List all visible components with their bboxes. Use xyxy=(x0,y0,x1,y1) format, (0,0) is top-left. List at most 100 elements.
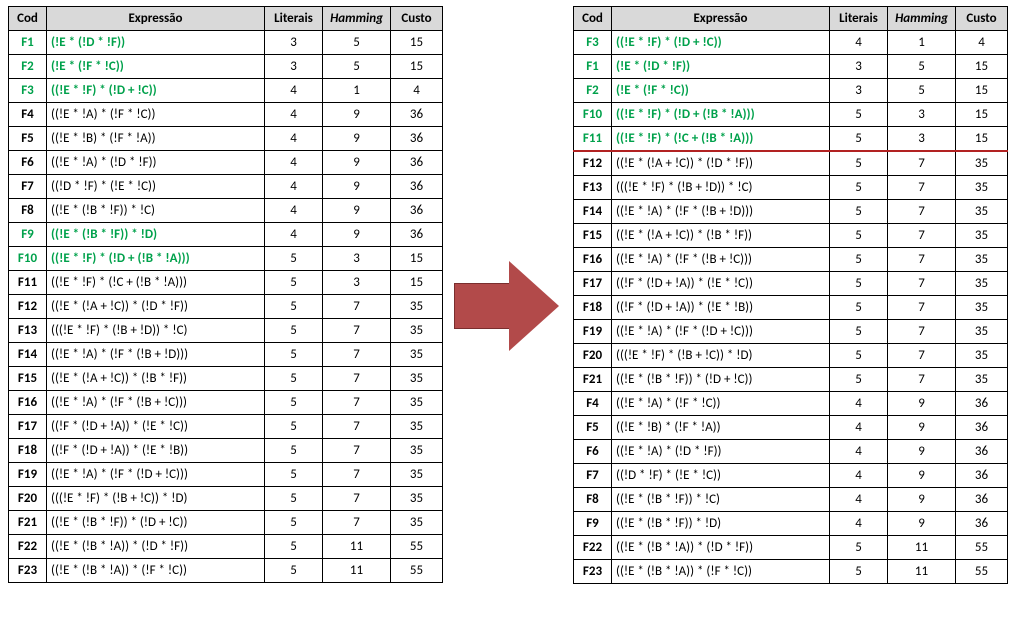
cell-cst: 4 xyxy=(956,31,1008,55)
cell-cod: F13 xyxy=(9,319,47,343)
cell-expr: (!E * (!F * !C)) xyxy=(612,79,830,103)
cell-cst: 55 xyxy=(391,559,443,583)
cell-lit: 4 xyxy=(265,79,323,103)
table-row: F8((!E * (!B * !F)) * !C)4936 xyxy=(574,488,1008,512)
cell-cod: F2 xyxy=(9,55,47,79)
table-row: F22((!E * (!B * !A)) * (!D * !F))51155 xyxy=(574,536,1008,560)
cell-cst: 35 xyxy=(391,367,443,391)
col-lit: Literais xyxy=(830,7,888,31)
cell-expr: ((!E * (!A + !C)) * (!B * !F)) xyxy=(47,367,265,391)
left-table: Cod Expressão Literais Hamming Custo F1(… xyxy=(8,6,443,583)
cell-cod: F17 xyxy=(574,272,612,296)
cell-expr: (!E * (!D * !F)) xyxy=(47,31,265,55)
cell-lit: 5 xyxy=(830,176,888,200)
cell-expr: (((!E * !F) * (!B + !D)) * !C) xyxy=(47,319,265,343)
cell-ham: 3 xyxy=(888,127,956,152)
cell-lit: 4 xyxy=(265,151,323,175)
cell-ham: 5 xyxy=(888,55,956,79)
cell-lit: 4 xyxy=(830,392,888,416)
cell-lit: 5 xyxy=(265,511,323,535)
cell-ham: 3 xyxy=(323,247,391,271)
cell-cod: F2 xyxy=(574,79,612,103)
cell-ham: 7 xyxy=(323,367,391,391)
cell-cod: F3 xyxy=(9,79,47,103)
cell-cst: 35 xyxy=(956,320,1008,344)
cell-lit: 5 xyxy=(265,439,323,463)
cell-lit: 4 xyxy=(265,175,323,199)
cell-ham: 9 xyxy=(323,127,391,151)
col-cod: Cod xyxy=(9,7,47,31)
cell-ham: 9 xyxy=(888,488,956,512)
cell-ham: 7 xyxy=(888,320,956,344)
table-row: F7((!D * !F) * (!E * !C))4936 xyxy=(574,464,1008,488)
cell-lit: 4 xyxy=(265,103,323,127)
cell-ham: 11 xyxy=(323,535,391,559)
table-row: F21((!E * (!B * !F)) * (!D + !C))5735 xyxy=(574,368,1008,392)
cell-lit: 5 xyxy=(265,247,323,271)
cell-expr: ((!E * !A) * (!D * !F)) xyxy=(47,151,265,175)
table-row: F3((!E * !F) * (!D + !C))414 xyxy=(9,79,443,103)
table-row: F1(!E * (!D * !F))3515 xyxy=(9,31,443,55)
cell-expr: ((!E * !F) * (!D + !C)) xyxy=(47,79,265,103)
right-table: Cod Expressão Literais Hamming Custo F3(… xyxy=(573,6,1008,584)
cell-cst: 35 xyxy=(956,272,1008,296)
table-row: F23((!E * (!B * !A)) * (!F * !C))51155 xyxy=(9,559,443,583)
cell-expr: ((!E * !F) * (!C + (!B * !A))) xyxy=(47,271,265,295)
table-row: F8((!E * (!B * !F)) * !C)4936 xyxy=(9,199,443,223)
cell-cst: 35 xyxy=(391,391,443,415)
cell-expr: ((!E * !A) * (!D * !F)) xyxy=(612,440,830,464)
cell-lit: 3 xyxy=(830,55,888,79)
cell-cod: F7 xyxy=(9,175,47,199)
cell-cst: 15 xyxy=(391,247,443,271)
cell-expr: ((!E * (!A + !C)) * (!D * !F)) xyxy=(612,151,830,176)
table-row: F14((!E * !A) * (!F * (!B + !D)))5735 xyxy=(574,200,1008,224)
cell-lit: 5 xyxy=(830,151,888,176)
cell-ham: 7 xyxy=(888,344,956,368)
cell-expr: ((!E * !F) * (!D + (!B * !A))) xyxy=(47,247,265,271)
table-row: F16((!E * !A) * (!F * (!B + !C)))5735 xyxy=(9,391,443,415)
cell-cod: F23 xyxy=(9,559,47,583)
cell-lit: 5 xyxy=(830,200,888,224)
cell-cod: F7 xyxy=(574,464,612,488)
table-row: F7((!D * !F) * (!E * !C))4936 xyxy=(9,175,443,199)
cell-lit: 4 xyxy=(830,31,888,55)
cell-lit: 5 xyxy=(265,535,323,559)
cell-cod: F15 xyxy=(574,224,612,248)
cell-cst: 35 xyxy=(956,176,1008,200)
cell-lit: 5 xyxy=(830,560,888,584)
cell-cst: 15 xyxy=(956,55,1008,79)
cell-lit: 5 xyxy=(830,248,888,272)
cell-expr: ((!E * !B) * (!F * !A)) xyxy=(47,127,265,151)
cell-ham: 7 xyxy=(888,248,956,272)
cell-cod: F5 xyxy=(9,127,47,151)
cell-cod: F21 xyxy=(574,368,612,392)
cell-ham: 1 xyxy=(323,79,391,103)
cell-expr: ((!E * !A) * (!F * (!B + !C))) xyxy=(612,248,830,272)
cell-lit: 5 xyxy=(265,343,323,367)
cell-ham: 7 xyxy=(323,319,391,343)
cell-cst: 35 xyxy=(391,439,443,463)
cell-cod: F10 xyxy=(9,247,47,271)
cell-ham: 7 xyxy=(888,151,956,176)
cell-expr: ((!E * (!B * !F)) * (!D + !C)) xyxy=(47,511,265,535)
cell-lit: 5 xyxy=(265,367,323,391)
cell-lit: 5 xyxy=(265,559,323,583)
cell-ham: 7 xyxy=(323,511,391,535)
table-row: F9((!E * (!B * !F)) * !D)4936 xyxy=(574,512,1008,536)
cell-expr: ((!D * !F) * (!E * !C)) xyxy=(47,175,265,199)
table-header-row: Cod Expressão Literais Hamming Custo xyxy=(574,7,1008,31)
cell-ham: 11 xyxy=(888,560,956,584)
cell-expr: ((!E * !A) * (!F * !C)) xyxy=(612,392,830,416)
cell-ham: 1 xyxy=(888,31,956,55)
cell-cst: 35 xyxy=(391,343,443,367)
cell-expr: ((!E * !F) * (!C + (!B * !A))) xyxy=(612,127,830,152)
cell-expr: ((!E * (!A + !C)) * (!D * !F)) xyxy=(47,295,265,319)
cell-expr: ((!F * (!D + !A)) * (!E * !B)) xyxy=(612,296,830,320)
right-table-container: Cod Expressão Literais Hamming Custo F3(… xyxy=(573,6,1008,584)
cell-cst: 36 xyxy=(391,223,443,247)
cell-lit: 4 xyxy=(265,199,323,223)
col-cst: Custo xyxy=(956,7,1008,31)
cell-cst: 36 xyxy=(956,512,1008,536)
cell-lit: 5 xyxy=(265,487,323,511)
cell-cst: 35 xyxy=(956,224,1008,248)
